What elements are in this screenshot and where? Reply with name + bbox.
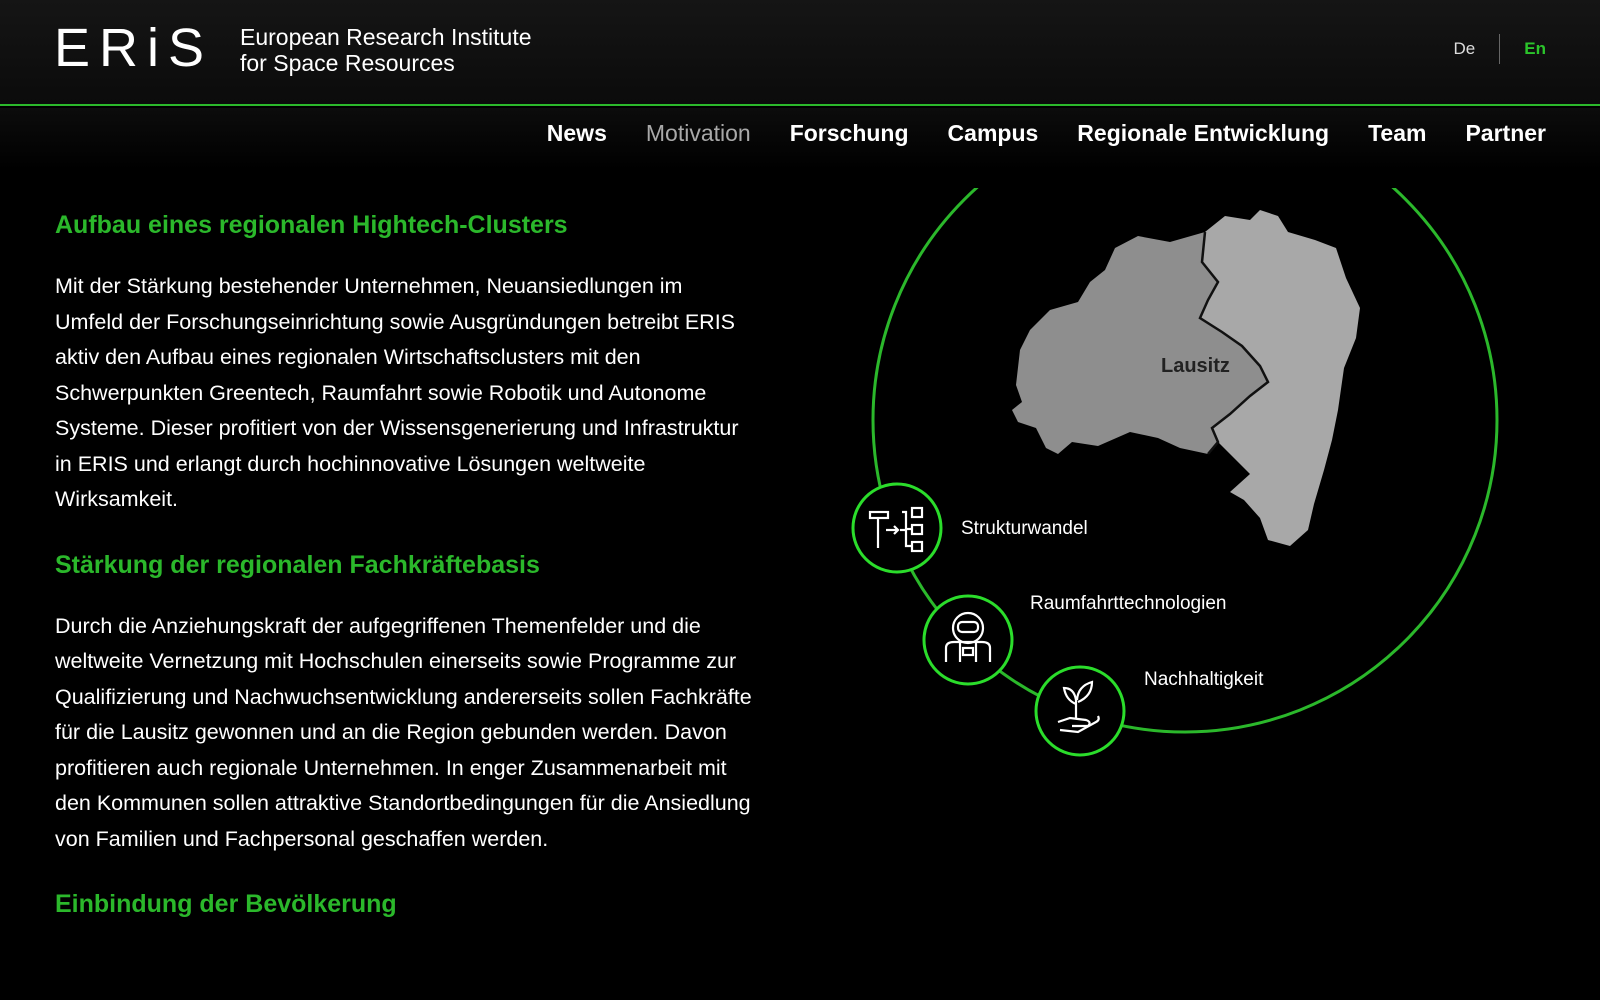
topic-strukturwandel-label: Strukturwandel <box>961 518 1088 539</box>
topic-nachhaltigkeit-label: Nachhaltigkeit <box>1144 669 1264 690</box>
institute-name: European Research Institute for Space Re… <box>240 24 580 76</box>
nav-item-motivation[interactable]: Motivation <box>646 120 751 147</box>
section-body-fachkraefte: Durch die Anziehungskraft der aufgegriff… <box>55 613 752 851</box>
language-switcher: De En <box>1430 34 1546 64</box>
topic-nachhaltigkeit-badge[interactable] <box>1034 665 1126 757</box>
topic-raumfahrt-label: Raumfahrttechnologien <box>1030 593 1226 614</box>
language-de-link[interactable]: De <box>1430 39 1500 59</box>
nav-item-campus[interactable]: Campus <box>948 120 1039 147</box>
main-content: Aufbau eines regionalen Hightech-Cluster… <box>55 208 755 948</box>
topic-raumfahrt-badge[interactable] <box>922 594 1014 686</box>
nav-item-news[interactable]: News <box>547 120 607 147</box>
section-heading-bevoelkerung: Einbindung der Bevölkerung <box>55 890 397 918</box>
section-heading-hightech-cluster: Aufbau eines regionalen Hightech-Cluster… <box>55 211 568 239</box>
site-header: ERiS European Research Institute for Spa… <box>0 0 1600 106</box>
institute-name-line2: for Space Resources <box>240 50 455 76</box>
map-region-label: Lausitz <box>1161 355 1230 377</box>
nav-item-partner[interactable]: Partner <box>1465 120 1546 147</box>
region-graphic: Lausitz Strukturwandel Raumfahrttechnolo… <box>840 170 1560 790</box>
logo[interactable]: ERiS European Research Institute for Spa… <box>54 18 532 78</box>
topic-strukturwandel-badge[interactable] <box>851 482 943 574</box>
section-heading-fachkraefte: Stärkung der regionalen Fachkräftebasis <box>55 550 540 579</box>
logo-mark: ERiS <box>54 18 214 78</box>
nav-item-team[interactable]: Team <box>1368 120 1426 147</box>
nav-item-forschung[interactable]: Forschung <box>790 120 909 147</box>
main-navigation: News Motivation Forschung Campus Regiona… <box>508 120 1546 147</box>
nav-item-regionale-entwicklung[interactable]: Regionale Entwicklung <box>1077 120 1329 147</box>
section-body-hightech-cluster: Mit der Stärkung bestehender Unternehmen… <box>55 274 739 511</box>
region-graphic-svg: Lausitz Strukturwandel Raumfahrttechnolo… <box>851 188 1499 757</box>
language-en-link[interactable]: En <box>1500 39 1546 59</box>
institute-name-line1: European Research Institute <box>240 24 532 50</box>
